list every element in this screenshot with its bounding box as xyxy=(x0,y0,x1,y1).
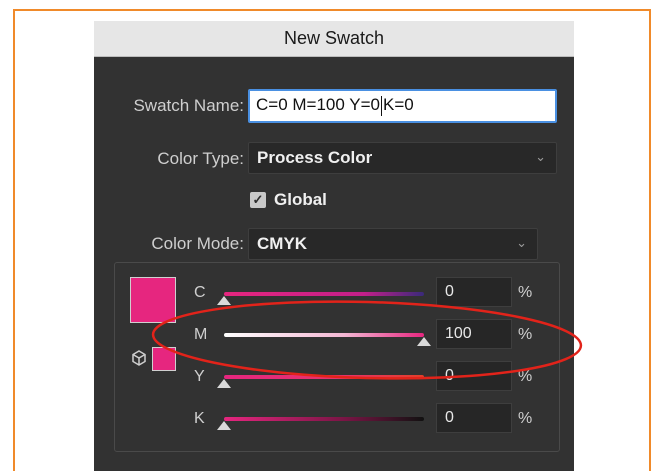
cyan-slider-thumb[interactable] xyxy=(217,296,231,305)
swatch-name-text: C=0 M=100 Y=0 xyxy=(256,95,380,114)
yellow-slider[interactable] xyxy=(224,375,424,379)
magenta-percent: % xyxy=(518,326,533,343)
gamut-swatch[interactable] xyxy=(152,347,176,371)
color-mode-dropdown[interactable]: CMYK ⌄ xyxy=(248,228,538,260)
chevron-down-icon: ⌄ xyxy=(535,149,546,164)
black-slider-thumb[interactable] xyxy=(217,421,231,430)
yellow-slider-thumb[interactable] xyxy=(217,379,231,388)
black-value: 0 xyxy=(445,409,454,426)
magenta-value: 100 xyxy=(445,325,472,342)
swatch-name-text-after-caret: K=0 xyxy=(382,95,414,114)
color-type-value: Process Color xyxy=(257,148,373,167)
checkmark-icon: ✓ xyxy=(252,192,264,207)
cyan-value: 0 xyxy=(445,283,454,300)
new-swatch-dialog: New Swatch Swatch Name: C=0 M=100 Y=0 K=0… xyxy=(94,21,574,471)
text-caret xyxy=(380,95,382,116)
swatch-name-label: Swatch Name: xyxy=(133,96,244,115)
chevron-down-icon: ⌄ xyxy=(516,235,527,250)
yellow-percent: % xyxy=(518,368,533,385)
swatch-preview xyxy=(130,277,176,323)
global-label: Global xyxy=(274,190,327,209)
color-mode-value: CMYK xyxy=(257,234,308,253)
color-type-label: Color Type: xyxy=(157,149,244,168)
color-type-dropdown[interactable]: Process Color ⌄ xyxy=(248,142,557,174)
black-percent: % xyxy=(518,410,533,427)
yellow-value-field[interactable]: 0 xyxy=(436,361,512,391)
cube-icon xyxy=(132,350,146,366)
cyan-value-field[interactable]: 0 xyxy=(436,277,512,307)
channel-label-m: M xyxy=(194,326,208,343)
channel-label-y: Y xyxy=(194,368,205,385)
magenta-slider-thumb[interactable] xyxy=(417,337,431,346)
cyan-percent: % xyxy=(518,284,533,301)
global-checkbox[interactable]: ✓ xyxy=(250,192,266,208)
channel-label-c: C xyxy=(194,284,206,301)
magenta-value-field[interactable]: 100 xyxy=(436,319,512,349)
magenta-slider[interactable] xyxy=(224,333,424,337)
black-slider[interactable] xyxy=(224,417,424,421)
black-value-field[interactable]: 0 xyxy=(436,403,512,433)
swatch-name-input[interactable]: C=0 M=100 Y=0 K=0 xyxy=(248,89,557,123)
dialog-title: New Swatch xyxy=(94,21,574,57)
color-mode-label: Color Mode: xyxy=(118,234,244,254)
yellow-value: 0 xyxy=(445,367,454,384)
channel-label-k: K xyxy=(194,410,205,427)
cyan-slider[interactable] xyxy=(224,292,424,296)
